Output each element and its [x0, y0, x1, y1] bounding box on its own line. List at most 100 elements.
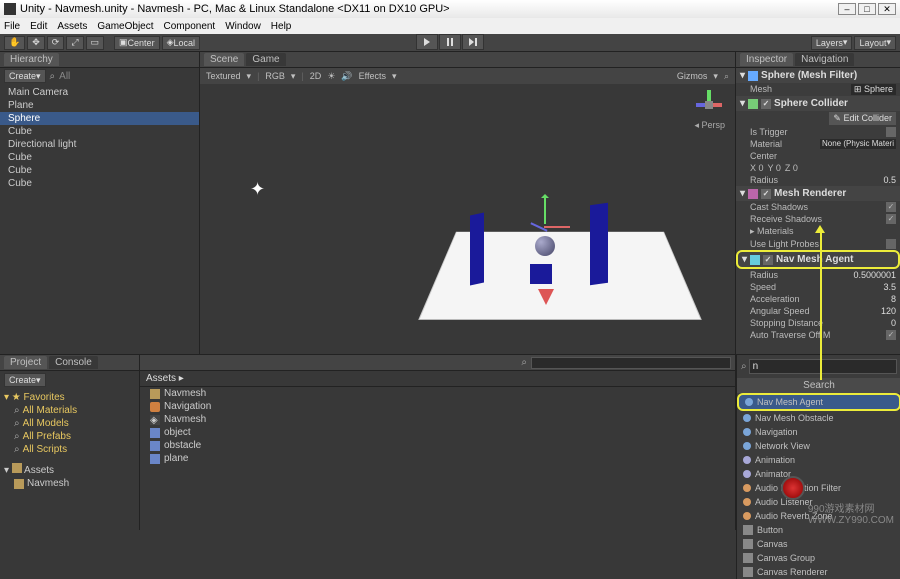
physic-material-field[interactable]: None (Physic Materi — [820, 139, 896, 149]
sphere-collider-header[interactable]: ▾ ✓ Sphere Collider — [736, 96, 900, 111]
hierarchy-item[interactable]: Cube — [0, 151, 199, 164]
move-tool-button[interactable]: ✥ — [27, 36, 45, 50]
transform-gizmo[interactable] — [530, 214, 560, 244]
nav-mesh-agent-header[interactable]: ▾ ✓ Nav Mesh Agent — [736, 250, 900, 269]
component-menu-item[interactable]: Network View — [737, 439, 900, 453]
asset-item[interactable]: ◈Navmesh — [140, 413, 735, 426]
component-menu-item[interactable]: Canvas Renderer — [737, 565, 900, 579]
scale-tool-button[interactable]: ⤢ — [66, 36, 83, 50]
layers-dropdown[interactable]: Layers ▾ — [811, 36, 853, 50]
hierarchy-item-selected[interactable]: Sphere — [0, 112, 199, 125]
rect-tool-button[interactable]: ▭ — [86, 36, 105, 50]
auto-traverse-checkbox[interactable]: ✓ — [886, 330, 896, 340]
assets-search-icon[interactable] — [521, 357, 527, 368]
step-button[interactable] — [462, 34, 484, 50]
project-tab[interactable]: Project — [4, 356, 47, 369]
light-probes-checkbox[interactable] — [886, 239, 896, 249]
component-search-input[interactable] — [749, 359, 897, 374]
hierarchy-item[interactable]: Plane — [0, 99, 199, 112]
hierarchy-create-dropdown[interactable]: Create ▾ — [4, 69, 46, 83]
scene-viewport[interactable]: ✦ ◂ Persp — [200, 84, 735, 354]
component-menu-item[interactable]: Canvas Group — [737, 551, 900, 565]
agent-radius-field[interactable]: 0.5000001 — [853, 270, 896, 280]
scene-tab[interactable]: Scene — [204, 53, 244, 66]
mesh-field[interactable]: ⊞ Sphere — [851, 84, 896, 95]
assets-header[interactable]: ▾ Assets — [4, 462, 135, 477]
asset-item[interactable]: plane — [140, 452, 735, 465]
rgb-dropdown[interactable]: RGB — [265, 71, 285, 81]
asset-item[interactable]: Navmesh — [140, 387, 735, 400]
component-menu-item[interactable]: Canvas — [737, 537, 900, 551]
view-cube[interactable]: ◂ Persp — [694, 90, 725, 131]
hand-tool-button[interactable]: ✋ — [4, 36, 25, 50]
minimize-button[interactable]: – — [838, 3, 856, 15]
audio-toggle[interactable]: 🔊 — [341, 71, 352, 82]
hierarchy-item[interactable]: Cube — [0, 177, 199, 190]
receive-shadows-checkbox[interactable]: ✓ — [886, 214, 896, 224]
pivot-center-button[interactable]: ▣ Center — [114, 36, 160, 50]
project-create-dropdown[interactable]: Create ▾ — [4, 373, 46, 387]
lighting-toggle[interactable]: ☀ — [327, 71, 335, 82]
hierarchy-item[interactable]: Main Camera — [0, 86, 199, 99]
menu-window[interactable]: Window — [225, 21, 261, 32]
is-trigger-checkbox[interactable] — [886, 127, 896, 137]
pivot-local-button[interactable]: ◈ Local — [162, 36, 200, 50]
cast-shadows-checkbox[interactable]: ✓ — [886, 202, 896, 212]
component-menu-item[interactable]: Animator — [737, 467, 900, 481]
maximize-button[interactable]: □ — [858, 3, 876, 15]
pause-button[interactable] — [439, 34, 461, 50]
component-menu-item[interactable]: Navigation — [737, 425, 900, 439]
shading-dropdown[interactable]: Textured — [206, 71, 241, 81]
console-tab[interactable]: Console — [49, 356, 98, 369]
assets-panel: Assets ▸ Navmesh Navigation ◈Navmesh obj… — [140, 355, 735, 530]
2d-toggle[interactable]: 2D — [310, 71, 322, 81]
assets-folder-item[interactable]: Navmesh — [4, 477, 135, 490]
menu-assets[interactable]: Assets — [57, 21, 87, 32]
asset-item[interactable]: object — [140, 426, 735, 439]
component-menu-item[interactable]: Animation — [737, 453, 900, 467]
close-button[interactable]: ✕ — [878, 3, 896, 15]
play-button[interactable] — [416, 34, 438, 50]
component-menu-item[interactable]: Nav Mesh Obstacle — [737, 411, 900, 425]
rotate-tool-button[interactable]: ⟳ — [47, 36, 65, 50]
navigation-tab[interactable]: Navigation — [795, 53, 854, 66]
favorite-item[interactable]: All Models — [4, 417, 135, 430]
hierarchy-tab[interactable]: Hierarchy — [4, 53, 59, 66]
effects-dropdown[interactable]: Effects — [359, 71, 386, 81]
asset-item[interactable]: obstacle — [140, 439, 735, 452]
hierarchy-all-label: All — [59, 71, 70, 82]
assets-search-input[interactable] — [531, 357, 731, 369]
favorite-item[interactable]: All Prefabs — [4, 430, 135, 443]
persp-label: Persp — [701, 120, 725, 130]
menu-edit[interactable]: Edit — [30, 21, 47, 32]
menu-component[interactable]: Component — [164, 21, 216, 32]
hierarchy-item[interactable]: Cube — [0, 125, 199, 138]
assets-breadcrumb[interactable]: Assets ▸ — [140, 371, 735, 387]
edit-collider-button[interactable]: ✎ Edit Collider — [829, 112, 896, 125]
play-icon — [424, 38, 430, 46]
agent-stop-field[interactable]: 0 — [891, 318, 896, 328]
hierarchy-item[interactable]: Directional light — [0, 138, 199, 151]
gizmos-dropdown[interactable]: Gizmos — [677, 71, 708, 81]
component-menu-item-selected[interactable]: Nav Mesh Agent — [737, 393, 900, 411]
menu-help[interactable]: Help — [271, 21, 292, 32]
mesh-renderer-header[interactable]: ▾ ✓ Mesh Renderer — [736, 186, 900, 201]
game-tab[interactable]: Game — [246, 53, 285, 66]
mesh-filter-header[interactable]: ▾ Sphere (Mesh Filter) — [736, 68, 900, 83]
inspector-tab[interactable]: Inspector — [740, 53, 793, 66]
agent-speed-field[interactable]: 3.5 — [883, 282, 896, 292]
search-icon[interactable] — [50, 71, 56, 82]
hierarchy-item[interactable]: Cube — [0, 164, 199, 177]
favorite-item[interactable]: All Scripts — [4, 443, 135, 456]
component-menu-item[interactable]: Audio Distortion Filter — [737, 481, 900, 495]
asset-item[interactable]: Navigation — [140, 400, 735, 413]
annotation-arrowhead — [815, 225, 825, 233]
favorites-header[interactable]: ▾ ★ Favorites — [4, 391, 135, 404]
agent-accel-field[interactable]: 8 — [891, 294, 896, 304]
agent-angular-field[interactable]: 120 — [881, 306, 896, 316]
menu-file[interactable]: File — [4, 21, 20, 32]
menu-gameobject[interactable]: GameObject — [97, 21, 153, 32]
layout-dropdown[interactable]: Layout ▾ — [854, 36, 896, 50]
scene-search-icon[interactable] — [724, 71, 729, 82]
favorite-item[interactable]: All Materials — [4, 404, 135, 417]
